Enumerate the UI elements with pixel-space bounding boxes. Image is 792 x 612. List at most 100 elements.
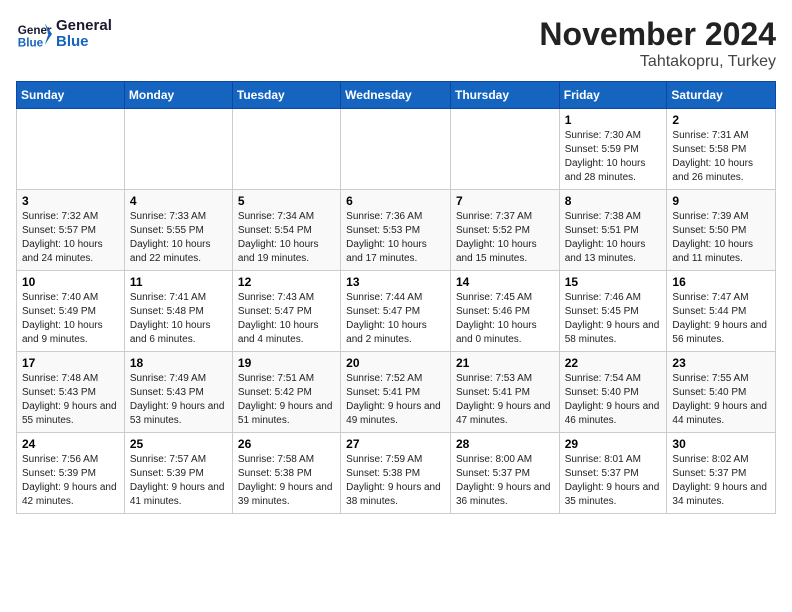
logo-blue: Blue — [56, 34, 112, 51]
calendar-cell: 12 Sunrise: 7:43 AM Sunset: 5:47 PM Dayli… — [232, 271, 340, 352]
calendar-cell: 1 Sunrise: 7:30 AM Sunset: 5:59 PM Daylig… — [559, 109, 667, 190]
day-info: Sunrise: 7:36 AM Sunset: 5:53 PM Dayligh… — [346, 210, 445, 266]
calendar-cell — [17, 109, 125, 190]
day-number: 23 — [672, 356, 770, 370]
logo: General Blue General Blue — [16, 16, 112, 52]
day-info: Sunrise: 7:31 AM Sunset: 5:58 PM Dayligh… — [672, 129, 770, 185]
day-info: Sunrise: 7:57 AM Sunset: 5:39 PM Dayligh… — [130, 453, 227, 509]
calendar-week-row: 10Sunrise: 7:40 AM Sunset: 5:49 PM Dayli… — [17, 271, 776, 352]
calendar-cell: 14 Sunrise: 7:45 AM Sunset: 5:46 PM Dayli… — [450, 271, 559, 352]
logo-icon: General Blue — [16, 16, 52, 52]
calendar-cell: 27 Sunrise: 7:59 AM Sunset: 5:38 PM Dayli… — [341, 433, 451, 514]
calendar-table: SundayMondayTuesdayWednesdayThursdayFrid… — [16, 81, 776, 514]
calendar-week-row: 24Sunrise: 7:56 AM Sunset: 5:39 PM Dayli… — [17, 433, 776, 514]
calendar-cell: 20 Sunrise: 7:52 AM Sunset: 5:41 PM Dayli… — [341, 352, 451, 433]
day-info: Sunrise: 7:43 AM Sunset: 5:47 PM Dayligh… — [238, 291, 335, 347]
day-number: 25 — [130, 437, 227, 451]
calendar-cell — [341, 109, 451, 190]
calendar-cell: 3 Sunrise: 7:32 AM Sunset: 5:57 PM Daylig… — [17, 190, 125, 271]
day-number: 14 — [456, 275, 554, 289]
day-number: 20 — [346, 356, 445, 370]
calendar-cell: 8 Sunrise: 7:38 AM Sunset: 5:51 PM Daylig… — [559, 190, 667, 271]
day-info: Sunrise: 8:02 AM Sunset: 5:37 PM Dayligh… — [672, 453, 770, 509]
day-info: Sunrise: 7:46 AM Sunset: 5:45 PM Dayligh… — [565, 291, 662, 347]
day-info: Sunrise: 7:49 AM Sunset: 5:43 PM Dayligh… — [130, 372, 227, 428]
calendar-cell: 19Sunrise: 7:51 AM Sunset: 5:42 PM Dayli… — [232, 352, 340, 433]
calendar-cell: 26 Sunrise: 7:58 AM Sunset: 5:38 PM Dayli… — [232, 433, 340, 514]
weekday-header-sunday: Sunday — [17, 82, 125, 109]
weekday-header-tuesday: Tuesday — [232, 82, 340, 109]
calendar-cell: 17 Sunrise: 7:48 AM Sunset: 5:43 PM Dayli… — [17, 352, 125, 433]
calendar-cell: 13 Sunrise: 7:44 AM Sunset: 5:47 PM Dayli… — [341, 271, 451, 352]
day-info: Sunrise: 7:56 AM Sunset: 5:39 PM Dayligh… — [22, 453, 119, 509]
day-info: Sunrise: 7:38 AM Sunset: 5:51 PM Dayligh… — [565, 210, 662, 266]
calendar-cell: 30Sunrise: 8:02 AM Sunset: 5:37 PM Dayli… — [667, 433, 776, 514]
day-number: 1 — [565, 113, 662, 127]
calendar-cell: 9Sunrise: 7:39 AM Sunset: 5:50 PM Daylig… — [667, 190, 776, 271]
day-info: Sunrise: 7:55 AM Sunset: 5:40 PM Dayligh… — [672, 372, 770, 428]
day-number: 21 — [456, 356, 554, 370]
day-info: Sunrise: 7:41 AM Sunset: 5:48 PM Dayligh… — [130, 291, 227, 347]
calendar-cell: 6Sunrise: 7:36 AM Sunset: 5:53 PM Daylig… — [341, 190, 451, 271]
day-info: Sunrise: 7:32 AM Sunset: 5:57 PM Dayligh… — [22, 210, 119, 266]
day-info: Sunrise: 7:48 AM Sunset: 5:43 PM Dayligh… — [22, 372, 119, 428]
day-info: Sunrise: 7:30 AM Sunset: 5:59 PM Dayligh… — [565, 129, 662, 185]
day-info: Sunrise: 8:01 AM Sunset: 5:37 PM Dayligh… — [565, 453, 662, 509]
calendar-cell — [232, 109, 340, 190]
calendar-week-row: 1 Sunrise: 7:30 AM Sunset: 5:59 PM Daylig… — [17, 109, 776, 190]
day-info: Sunrise: 7:59 AM Sunset: 5:38 PM Dayligh… — [346, 453, 445, 509]
calendar-cell — [124, 109, 232, 190]
calendar-cell: 21 Sunrise: 7:53 AM Sunset: 5:41 PM Dayli… — [450, 352, 559, 433]
calendar-cell: 7 Sunrise: 7:37 AM Sunset: 5:52 PM Daylig… — [450, 190, 559, 271]
day-number: 3 — [22, 194, 119, 208]
weekday-header-monday: Monday — [124, 82, 232, 109]
calendar-cell: 10Sunrise: 7:40 AM Sunset: 5:49 PM Dayli… — [17, 271, 125, 352]
day-number: 7 — [456, 194, 554, 208]
day-number: 10 — [22, 275, 119, 289]
calendar-cell: 24Sunrise: 7:56 AM Sunset: 5:39 PM Dayli… — [17, 433, 125, 514]
calendar-cell: 15Sunrise: 7:46 AM Sunset: 5:45 PM Dayli… — [559, 271, 667, 352]
day-info: Sunrise: 7:52 AM Sunset: 5:41 PM Dayligh… — [346, 372, 445, 428]
day-number: 2 — [672, 113, 770, 127]
day-info: Sunrise: 8:00 AM Sunset: 5:37 PM Dayligh… — [456, 453, 554, 509]
calendar-cell: 4Sunrise: 7:33 AM Sunset: 5:55 PM Daylig… — [124, 190, 232, 271]
day-number: 17 — [22, 356, 119, 370]
title-block: November 2024 Tahtakopru, Turkey — [539, 16, 776, 71]
calendar-cell: 2 Sunrise: 7:31 AM Sunset: 5:58 PM Daylig… — [667, 109, 776, 190]
day-info: Sunrise: 7:51 AM Sunset: 5:42 PM Dayligh… — [238, 372, 335, 428]
day-number: 9 — [672, 194, 770, 208]
day-number: 22 — [565, 356, 662, 370]
day-number: 8 — [565, 194, 662, 208]
calendar-cell: 5Sunrise: 7:34 AM Sunset: 5:54 PM Daylig… — [232, 190, 340, 271]
calendar-week-row: 3 Sunrise: 7:32 AM Sunset: 5:57 PM Daylig… — [17, 190, 776, 271]
weekday-header-friday: Friday — [559, 82, 667, 109]
weekday-header-wednesday: Wednesday — [341, 82, 451, 109]
calendar-week-row: 17 Sunrise: 7:48 AM Sunset: 5:43 PM Dayli… — [17, 352, 776, 433]
calendar-cell: 18 Sunrise: 7:49 AM Sunset: 5:43 PM Dayli… — [124, 352, 232, 433]
day-info: Sunrise: 7:54 AM Sunset: 5:40 PM Dayligh… — [565, 372, 662, 428]
day-number: 26 — [238, 437, 335, 451]
calendar-cell: 11Sunrise: 7:41 AM Sunset: 5:48 PM Dayli… — [124, 271, 232, 352]
calendar-cell — [450, 109, 559, 190]
calendar-cell: 29 Sunrise: 8:01 AM Sunset: 5:37 PM Dayli… — [559, 433, 667, 514]
day-info: Sunrise: 7:45 AM Sunset: 5:46 PM Dayligh… — [456, 291, 554, 347]
calendar-cell: 22 Sunrise: 7:54 AM Sunset: 5:40 PM Dayli… — [559, 352, 667, 433]
weekday-header-thursday: Thursday — [450, 82, 559, 109]
calendar-cell: 25 Sunrise: 7:57 AM Sunset: 5:39 PM Dayli… — [124, 433, 232, 514]
day-number: 16 — [672, 275, 770, 289]
day-info: Sunrise: 7:44 AM Sunset: 5:47 PM Dayligh… — [346, 291, 445, 347]
svg-text:General: General — [18, 24, 52, 37]
day-info: Sunrise: 7:58 AM Sunset: 5:38 PM Dayligh… — [238, 453, 335, 509]
day-info: Sunrise: 7:53 AM Sunset: 5:41 PM Dayligh… — [456, 372, 554, 428]
day-number: 27 — [346, 437, 445, 451]
day-number: 5 — [238, 194, 335, 208]
day-info: Sunrise: 7:33 AM Sunset: 5:55 PM Dayligh… — [130, 210, 227, 266]
day-number: 29 — [565, 437, 662, 451]
day-number: 13 — [346, 275, 445, 289]
page-header: General Blue General Blue November 2024 … — [16, 16, 776, 71]
day-number: 18 — [130, 356, 227, 370]
day-info: Sunrise: 7:37 AM Sunset: 5:52 PM Dayligh… — [456, 210, 554, 266]
calendar-cell: 23 Sunrise: 7:55 AM Sunset: 5:40 PM Dayli… — [667, 352, 776, 433]
day-number: 12 — [238, 275, 335, 289]
month-title: November 2024 — [539, 16, 776, 53]
